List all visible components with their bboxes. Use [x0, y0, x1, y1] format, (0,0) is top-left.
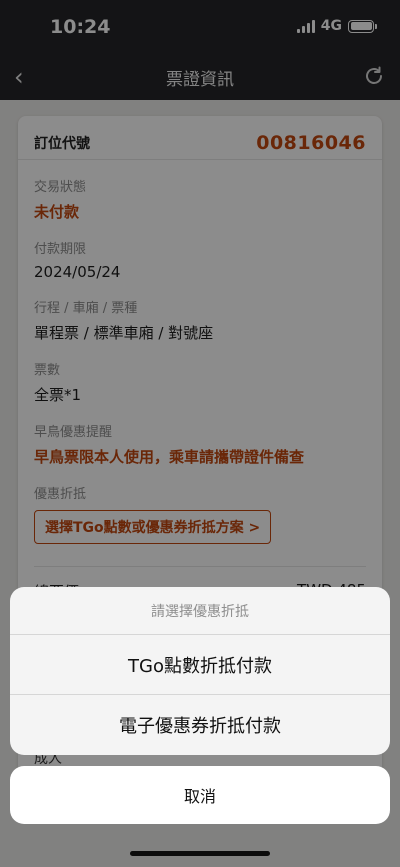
home-indicator	[130, 851, 270, 856]
tgo-points-option[interactable]: TGo點數折抵付款	[10, 635, 390, 695]
action-sheet-title: 請選擇優惠折抵	[10, 587, 390, 635]
e-coupon-option[interactable]: 電子優惠券折抵付款	[10, 695, 390, 755]
cancel-button[interactable]: 取消	[10, 766, 390, 824]
action-sheet: 請選擇優惠折抵 TGo點數折抵付款 電子優惠券折抵付款	[10, 587, 390, 755]
